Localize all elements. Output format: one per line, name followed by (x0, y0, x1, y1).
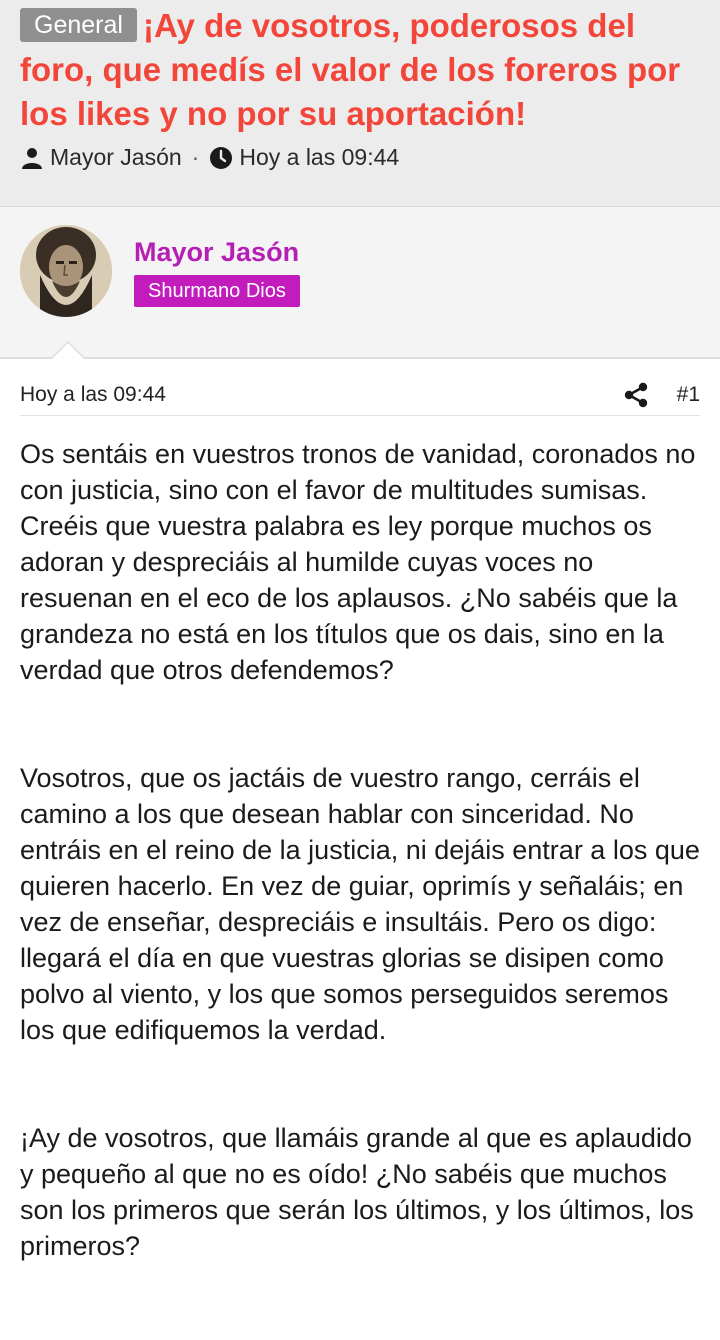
post-time-link[interactable]: Hoy a las 09:44 (20, 383, 166, 407)
meta-separator: · (191, 144, 200, 170)
user-title-badge: Shurmano Dios (134, 275, 300, 307)
user-block-arrow (50, 341, 86, 359)
post-user-block: Mayor Jasón Shurmano Dios (0, 207, 720, 359)
thread-prefix-badge[interactable]: General (20, 8, 137, 42)
thread-meta: Mayor Jasón · Hoy a las 09:44 (20, 144, 700, 171)
thread-title: General ¡Ay de vosotros, poderosos del fo… (20, 4, 700, 136)
post-number-link[interactable]: #1 (677, 383, 700, 407)
share-icon[interactable] (623, 382, 649, 408)
avatar[interactable] (20, 225, 112, 317)
thread-time-link[interactable]: Hoy a las 09:44 (239, 144, 399, 171)
thread-header: General ¡Ay de vosotros, poderosos del fo… (0, 0, 720, 207)
clock-icon (209, 146, 233, 170)
post-paragraph: Vosotros, que os jactáis de vuestro rang… (20, 763, 700, 1045)
post-meta-bar: Hoy a las 09:44 #1 (20, 375, 700, 416)
thread-author-link[interactable]: Mayor Jasón (50, 144, 182, 171)
user-icon (20, 146, 44, 170)
post-meta-right: #1 (623, 382, 700, 408)
post-paragraph: ¡Ay de vosotros, que llamáis grande al q… (20, 1123, 694, 1261)
post-paragraph: Os sentáis en vuestros tronos de vanidad… (20, 439, 696, 685)
user-info: Mayor Jasón Shurmano Dios (134, 225, 300, 307)
post-body: Os sentáis en vuestros tronos de vanidad… (0, 416, 720, 1264)
post-username[interactable]: Mayor Jasón (134, 235, 300, 269)
